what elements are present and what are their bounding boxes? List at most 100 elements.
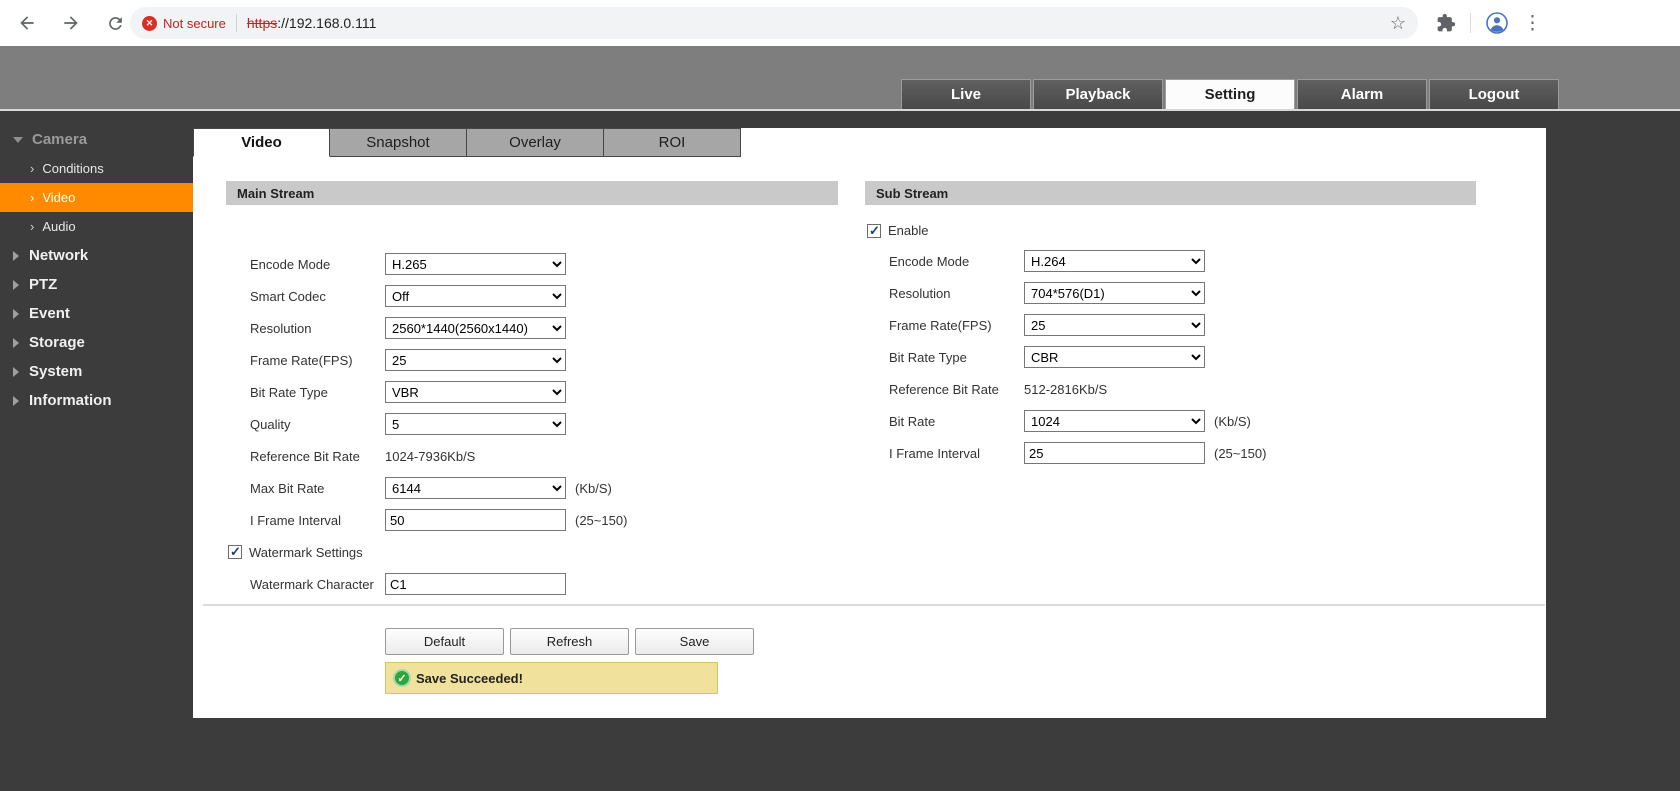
main-bit-rate-type-select[interactable]: VBR: [385, 381, 566, 403]
sidebar-item-storage[interactable]: Storage: [0, 328, 193, 357]
sidebar-system-label: System: [29, 363, 83, 380]
main-max-bit-rate-select[interactable]: 6144: [385, 477, 566, 499]
forward-icon[interactable]: [60, 12, 82, 34]
menu-kebab-icon[interactable]: ⋮: [1523, 14, 1542, 33]
chevron-right-icon: ›: [30, 190, 35, 205]
video-settings-tabs: Video Snapshot Overlay ROI: [193, 128, 1546, 157]
save-succeeded-toast: ✓ Save Succeeded!: [385, 662, 718, 694]
main-bit-rate-type-row: Bit Rate Type VBR: [226, 376, 838, 408]
address-bar[interactable]: ✕ Not secure https://192.168.0.111 ☆: [130, 7, 1418, 39]
main-frame-rate-row: Frame Rate(FPS) 25: [226, 344, 838, 376]
back-icon[interactable]: [16, 12, 38, 34]
sub-encode-mode-row: Encode Mode H.264: [865, 245, 1476, 277]
sub-bit-rate-select[interactable]: 1024: [1024, 410, 1205, 432]
sub-bit-rate-row: Bit Rate 1024 (Kb/S): [865, 405, 1476, 437]
extensions-icon[interactable]: [1436, 13, 1456, 33]
default-button[interactable]: Default: [385, 628, 504, 655]
field-label: Encode Mode: [889, 253, 970, 269]
sidebar-camera-label: Camera: [32, 131, 88, 148]
triangle-down-icon: [13, 136, 23, 143]
sidebar-ptz-label: PTZ: [29, 276, 58, 293]
sidebar-item-camera[interactable]: Camera: [0, 125, 193, 154]
tab-video-stream[interactable]: Video: [193, 128, 330, 157]
content-panel: Video Snapshot Overlay ROI Main Stream E…: [193, 128, 1546, 718]
tab-snapshot[interactable]: Snapshot: [330, 128, 467, 157]
sidebar-item-conditions[interactable]: › Conditions: [0, 154, 193, 183]
sub-bit-rate-type-select[interactable]: CBR: [1024, 346, 1205, 368]
kbs-unit-label: (Kb/S): [575, 480, 612, 496]
chevron-right-icon: ›: [30, 219, 35, 234]
range-hint-label: (25~150): [1214, 445, 1267, 461]
tab-alarm[interactable]: Alarm: [1297, 79, 1427, 109]
main-max-bit-rate-row: Max Bit Rate 6144 (Kb/S): [226, 472, 838, 504]
main-encode-mode-select[interactable]: H.265: [385, 253, 566, 275]
sub-enable-checkbox[interactable]: [867, 223, 881, 238]
field-label: Frame Rate(FPS): [889, 317, 992, 333]
field-label: Reference Bit Rate: [889, 381, 999, 397]
main-quality-select[interactable]: 5: [385, 413, 566, 435]
field-label: Resolution: [250, 320, 312, 336]
field-label: Watermark Character: [250, 576, 374, 592]
sidebar-item-network[interactable]: Network: [0, 241, 193, 270]
sidebar-video-label: Video: [42, 190, 76, 205]
sub-stream-header: Sub Stream: [865, 181, 1476, 205]
sub-frame-rate-select[interactable]: 25: [1024, 314, 1205, 336]
field-label: Quality: [250, 416, 291, 432]
field-label: Bit Rate Type: [250, 384, 328, 400]
tab-logout[interactable]: Logout: [1429, 79, 1559, 109]
main-frame-rate-select[interactable]: 25: [385, 349, 566, 371]
tab-live[interactable]: Live: [901, 79, 1031, 109]
watermark-character-input[interactable]: [385, 573, 566, 595]
main-i-frame-interval-input[interactable]: [385, 509, 566, 531]
sub-encode-mode-select[interactable]: H.264: [1024, 250, 1205, 272]
field-label: Max Bit Rate: [250, 480, 325, 496]
watermark-settings-label: Watermark Settings: [249, 544, 363, 560]
toast-message: Save Succeeded!: [416, 670, 523, 686]
field-label: I Frame Interval: [889, 445, 981, 461]
range-hint-label: (25~150): [575, 512, 628, 528]
sidebar-information-label: Information: [29, 392, 112, 409]
sidebar-item-information[interactable]: Information: [0, 386, 193, 415]
field-label: Bit Rate Type: [889, 349, 967, 365]
reload-icon[interactable]: [104, 12, 126, 34]
watermark-settings-checkbox[interactable]: [228, 544, 242, 559]
save-button[interactable]: Save: [635, 628, 754, 655]
tab-roi[interactable]: ROI: [604, 128, 741, 157]
triangle-right-icon: [13, 308, 19, 319]
field-label: Encode Mode: [250, 256, 331, 272]
section-divider: [203, 604, 1545, 606]
sub-resolution-select[interactable]: 704*576(D1): [1024, 282, 1205, 304]
main-stream-header: Main Stream: [226, 181, 838, 205]
sidebar-conditions-label: Conditions: [42, 161, 104, 176]
action-buttons: Default Refresh Save: [385, 628, 754, 655]
page-header-band: Live Playback Setting Alarm Logout: [0, 46, 1680, 111]
chip-divider: [235, 14, 237, 32]
triangle-right-icon: [13, 366, 19, 377]
sidebar-item-audio[interactable]: › Audio: [0, 212, 193, 241]
main-smart-codec-select[interactable]: Off: [385, 285, 566, 307]
sidebar-item-ptz[interactable]: PTZ: [0, 270, 193, 299]
url-scheme: https: [246, 15, 278, 31]
triangle-right-icon: [13, 250, 19, 261]
sub-bit-rate-type-row: Bit Rate Type CBR: [865, 341, 1476, 373]
sidebar-storage-label: Storage: [29, 334, 85, 351]
sub-i-frame-interval-input[interactable]: [1024, 442, 1205, 464]
url-text: https://192.168.0.111: [247, 15, 376, 31]
main-quality-row: Quality 5: [226, 408, 838, 440]
sidebar-item-system[interactable]: System: [0, 357, 193, 386]
bookmark-star-icon[interactable]: ☆: [1390, 13, 1406, 34]
tab-overlay[interactable]: Overlay: [467, 128, 604, 157]
url-host: ://192.168.0.111: [277, 15, 377, 31]
sidebar-item-event[interactable]: Event: [0, 299, 193, 328]
tab-playback[interactable]: Playback: [1033, 79, 1163, 109]
main-resolution-select[interactable]: 2560*1440(2560x1440): [385, 317, 566, 339]
triangle-right-icon: [13, 395, 19, 406]
sidebar-item-video[interactable]: › Video: [0, 183, 193, 212]
field-label: Smart Codec: [250, 288, 326, 304]
profile-icon[interactable]: [1485, 11, 1509, 35]
tab-setting[interactable]: Setting: [1165, 79, 1295, 109]
sidebar-event-label: Event: [29, 305, 70, 322]
triangle-right-icon: [13, 337, 19, 348]
triangle-right-icon: [13, 279, 19, 290]
refresh-button[interactable]: Refresh: [510, 628, 629, 655]
